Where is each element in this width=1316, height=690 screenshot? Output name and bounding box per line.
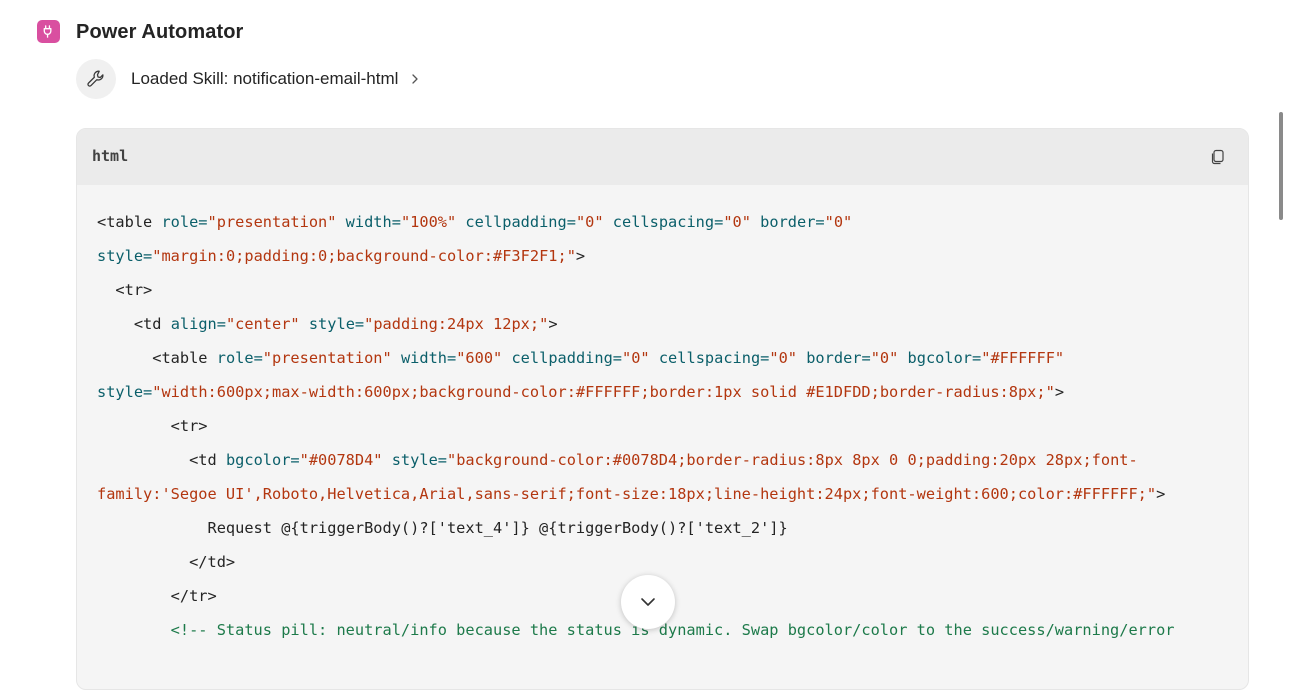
code-token: "0" [575, 213, 604, 231]
app-title: Power Automator [76, 21, 244, 43]
code-token: role= [216, 349, 263, 367]
code-line: <td bgcolor="#0078D4" style="background-… [97, 443, 1238, 477]
code-line: </td> [97, 545, 1238, 579]
code-line: style="width:600px;max-width:600px;backg… [97, 375, 1238, 409]
scroll-down-button[interactable] [621, 575, 675, 629]
code-token: "#0078D4" [299, 451, 383, 469]
code-token: "#FFFFFF" [981, 349, 1065, 367]
code-token: "padding:24px 12px;" [364, 315, 549, 333]
code-token: family:'Segoe UI',Roboto,Helvetica,Arial… [97, 485, 1157, 503]
code-token: > [575, 247, 586, 265]
code-line: <table role="presentation" width="100%" … [97, 205, 1238, 239]
code-token: "presentation" [207, 213, 337, 231]
code-token: "0" [769, 349, 798, 367]
code-token: "width:600px;max-width:600px;background-… [152, 383, 1055, 401]
code-content: <table role="presentation" width="100%" … [97, 205, 1238, 647]
code-token: style= [97, 383, 153, 401]
code-line: family:'Segoe UI',Roboto,Helvetica,Arial… [97, 477, 1238, 511]
loaded-skill-row[interactable]: Loaded Skill: notification-email-html [76, 59, 420, 99]
code-token: align= [170, 315, 226, 333]
code-token: <table [97, 349, 217, 367]
code-token: <td [97, 315, 171, 333]
code-token: style= [382, 451, 447, 469]
code-token: "margin:0;padding:0;background-color:#F3… [152, 247, 576, 265]
plug-icon [37, 20, 60, 43]
wrench-icon [76, 59, 116, 99]
code-token: > [548, 315, 558, 333]
code-token: <td [97, 451, 226, 469]
code-token: cellspacing= [649, 349, 770, 367]
code-block-header: html [77, 129, 1248, 185]
code-line: style="margin:0;padding:0;background-col… [97, 239, 1238, 273]
chevron-right-icon [410, 73, 420, 85]
code-token: width= [391, 349, 457, 367]
code-token: width= [336, 213, 401, 231]
code-token: > [1054, 383, 1065, 401]
code-token: "0" [723, 213, 751, 231]
code-token: </tr> [97, 587, 217, 605]
code-token: cellpadding= [456, 213, 576, 231]
code-language-label: html [92, 147, 129, 165]
code-token: Request @{triggerBody()?['text_4']} @{tr… [97, 519, 788, 537]
code-token: "0" [622, 349, 650, 367]
code-token: border= [750, 213, 825, 231]
code-token: <tr> [97, 417, 208, 435]
code-token: <table [97, 213, 162, 231]
code-token: "100%" [400, 213, 457, 231]
copy-icon[interactable] [1208, 148, 1226, 166]
code-line: <tr> [97, 409, 1238, 443]
code-token: cellspacing= [603, 213, 724, 231]
code-token: style= [97, 247, 153, 265]
code-token: "center" [225, 315, 300, 333]
code-token: "600" [456, 349, 503, 367]
code-token: style= [299, 315, 365, 333]
code-token: border= [797, 349, 871, 367]
code-token: "presentation" [262, 349, 392, 367]
loaded-skill-label: Loaded Skill: notification-email-html [131, 69, 399, 88]
code-token: "0" [870, 349, 899, 367]
code-line: <table role="presentation" width="600" c… [97, 341, 1238, 375]
code-token: <tr> [97, 281, 153, 299]
chevron-down-icon [639, 596, 657, 608]
code-token: cellpadding= [502, 349, 622, 367]
code-token: role= [161, 213, 208, 231]
code-token: </td> [97, 553, 236, 571]
code-line: <td align="center" style="padding:24px 1… [97, 307, 1238, 341]
code-token: > [1156, 485, 1166, 503]
code-token: bgcolor= [225, 451, 300, 469]
code-token: bgcolor= [898, 349, 982, 367]
code-token: "background-color:#0078D4;border-radius:… [446, 451, 1138, 469]
scrollbar-thumb[interactable] [1279, 112, 1283, 220]
code-token: "0" [824, 213, 853, 231]
code-line: <tr> [97, 273, 1238, 307]
code-line: Request @{triggerBody()?['text_4']} @{tr… [97, 511, 1238, 545]
